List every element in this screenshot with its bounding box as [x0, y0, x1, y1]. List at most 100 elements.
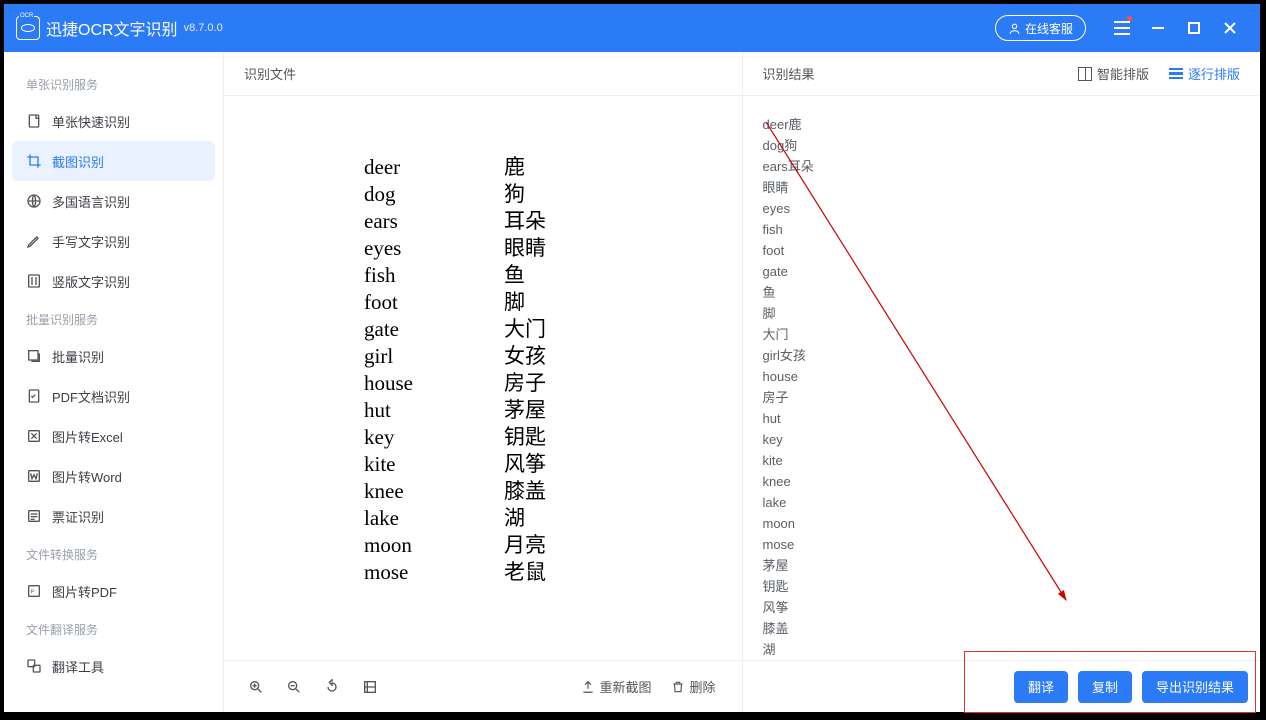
online-support-button[interactable]: 在线客服 [995, 15, 1086, 41]
close-button[interactable] [1212, 4, 1248, 52]
source-row: eyes眼睛 [364, 235, 742, 262]
sidebar-group-4: 文件翻译服务 [4, 611, 223, 646]
sidebar-item-label: 票证识别 [52, 507, 104, 526]
result-line: 脚 [763, 303, 1241, 324]
crop-icon [26, 153, 42, 169]
vertical-text-icon [26, 273, 42, 289]
result-line: lake [763, 492, 1241, 513]
stack-icon [26, 348, 42, 364]
source-row: knee膝盖 [364, 478, 742, 505]
export-button[interactable]: 导出识别结果 [1142, 671, 1248, 703]
source-row: foot脚 [364, 289, 742, 316]
sidebar-item-screenshot[interactable]: 截图识别 [12, 141, 215, 181]
result-line: mose [763, 534, 1241, 555]
sidebar-item-label: 竖版文字识别 [52, 272, 130, 291]
excel-icon [26, 428, 42, 444]
zoom-in-icon [248, 679, 264, 695]
rotate-icon [324, 679, 340, 695]
sidebar-item-handwriting[interactable]: 手写文字识别 [4, 221, 223, 261]
sidebar-group-3: 文件转换服务 [4, 536, 223, 571]
app-version: v8.7.0.0 [184, 22, 223, 34]
sidebar-item-label: 单张快速识别 [52, 112, 130, 131]
sidebar-item-batch[interactable]: 批量识别 [4, 336, 223, 376]
result-line: kite [763, 450, 1241, 471]
sidebar-item-single-quick[interactable]: 单张快速识别 [4, 101, 223, 141]
minimize-icon [1151, 21, 1165, 35]
source-image-content: deer鹿dog狗ears耳朵eyes眼睛fish鱼foot脚gate大门gir… [224, 114, 742, 586]
sidebar-item-label: 截图识别 [52, 152, 104, 171]
smart-layout-label: 智能排版 [1097, 64, 1149, 83]
result-line: dog狗 [763, 135, 1241, 156]
result-line: moon [763, 513, 1241, 534]
result-line: gate [763, 261, 1241, 282]
result-line: 风筝 [763, 597, 1241, 618]
result-line: 茅屋 [763, 555, 1241, 576]
close-icon [1223, 21, 1237, 35]
minimize-button[interactable] [1140, 4, 1176, 52]
app-logo: OCR [16, 16, 40, 40]
sidebar-item-img2pdf[interactable]: P 图片转PDF [4, 571, 223, 611]
line-layout-button[interactable]: 逐行排版 [1169, 64, 1240, 83]
result-line: 房子 [763, 387, 1241, 408]
fit-button[interactable] [354, 671, 386, 703]
source-row: fish鱼 [364, 262, 742, 289]
source-pane: 识别文件 deer鹿dog狗ears耳朵eyes眼睛fish鱼foot脚gate… [224, 52, 743, 712]
source-row: kite风筝 [364, 451, 742, 478]
sidebar: 单张识别服务 单张快速识别 截图识别 多国语言识别 手写文字识别 竖版文字识别 [4, 52, 224, 712]
result-text[interactable]: deer鹿dog狗ears耳朵眼睛eyesfishfootgate鱼脚大门gir… [743, 114, 1261, 660]
translate-button[interactable]: 翻译 [1014, 671, 1068, 703]
result-line: girl女孩 [763, 345, 1241, 366]
sidebar-item-label: PDF文档识别 [52, 387, 130, 406]
result-line: key [763, 429, 1241, 450]
maximize-icon [1188, 22, 1200, 34]
recapture-button[interactable]: 重新截图 [581, 677, 651, 696]
menu-button[interactable] [1104, 4, 1140, 52]
result-line: deer鹿 [763, 114, 1241, 135]
source-row: girl女孩 [364, 343, 742, 370]
sidebar-item-vertical[interactable]: 竖版文字识别 [4, 261, 223, 301]
online-support-label: 在线客服 [1025, 20, 1073, 37]
sidebar-item-word[interactable]: 图片转Word [4, 456, 223, 496]
sidebar-item-multilang[interactable]: 多国语言识别 [4, 181, 223, 221]
source-row: deer鹿 [364, 154, 742, 181]
recapture-label: 重新截图 [599, 677, 651, 696]
source-row: lake湖 [364, 505, 742, 532]
line-layout-label: 逐行排版 [1188, 64, 1240, 83]
sidebar-item-ticket[interactable]: 票证识别 [4, 496, 223, 536]
zoom-out-button[interactable] [278, 671, 310, 703]
maximize-button[interactable] [1176, 4, 1212, 52]
zoom-in-button[interactable] [240, 671, 272, 703]
result-line: fish [763, 219, 1241, 240]
pdf-icon [26, 388, 42, 404]
sidebar-item-excel[interactable]: 图片转Excel [4, 416, 223, 456]
result-pane-title: 识别结果 [763, 64, 815, 83]
upload-icon [581, 680, 595, 694]
result-line: 大门 [763, 324, 1241, 345]
svg-text:P: P [31, 590, 35, 596]
split-icon [1078, 67, 1092, 81]
titlebar: OCR 迅捷OCR文字识别 v8.7.0.0 在线客服 [4, 4, 1260, 52]
sidebar-item-label: 手写文字识别 [52, 232, 130, 251]
sidebar-item-pdf[interactable]: PDF文档识别 [4, 376, 223, 416]
sidebar-item-translate[interactable]: 翻译工具 [4, 646, 223, 686]
smart-layout-button[interactable]: 智能排版 [1078, 64, 1149, 83]
sidebar-item-label: 图片转Word [52, 467, 122, 486]
result-line: house [763, 366, 1241, 387]
pen-icon [26, 233, 42, 249]
source-row: key钥匙 [364, 424, 742, 451]
rotate-button[interactable] [316, 671, 348, 703]
source-pane-title: 识别文件 [244, 64, 296, 83]
result-line: ears耳朵 [763, 156, 1241, 177]
app-title: 迅捷OCR文字识别 [46, 16, 178, 40]
delete-button[interactable]: 删除 [671, 677, 715, 696]
result-line: 膝盖 [763, 618, 1241, 639]
source-row: mose老鼠 [364, 559, 742, 586]
source-row: moon月亮 [364, 532, 742, 559]
source-row: gate大门 [364, 316, 742, 343]
sidebar-item-label: 翻译工具 [52, 657, 104, 676]
result-line: foot [763, 240, 1241, 261]
copy-button[interactable]: 复制 [1078, 671, 1132, 703]
word-icon [26, 468, 42, 484]
result-pane: 识别结果 智能排版 逐行排版 deer鹿dog狗ears耳朵眼睛eyesfish… [743, 52, 1261, 712]
source-row: hut茅屋 [364, 397, 742, 424]
